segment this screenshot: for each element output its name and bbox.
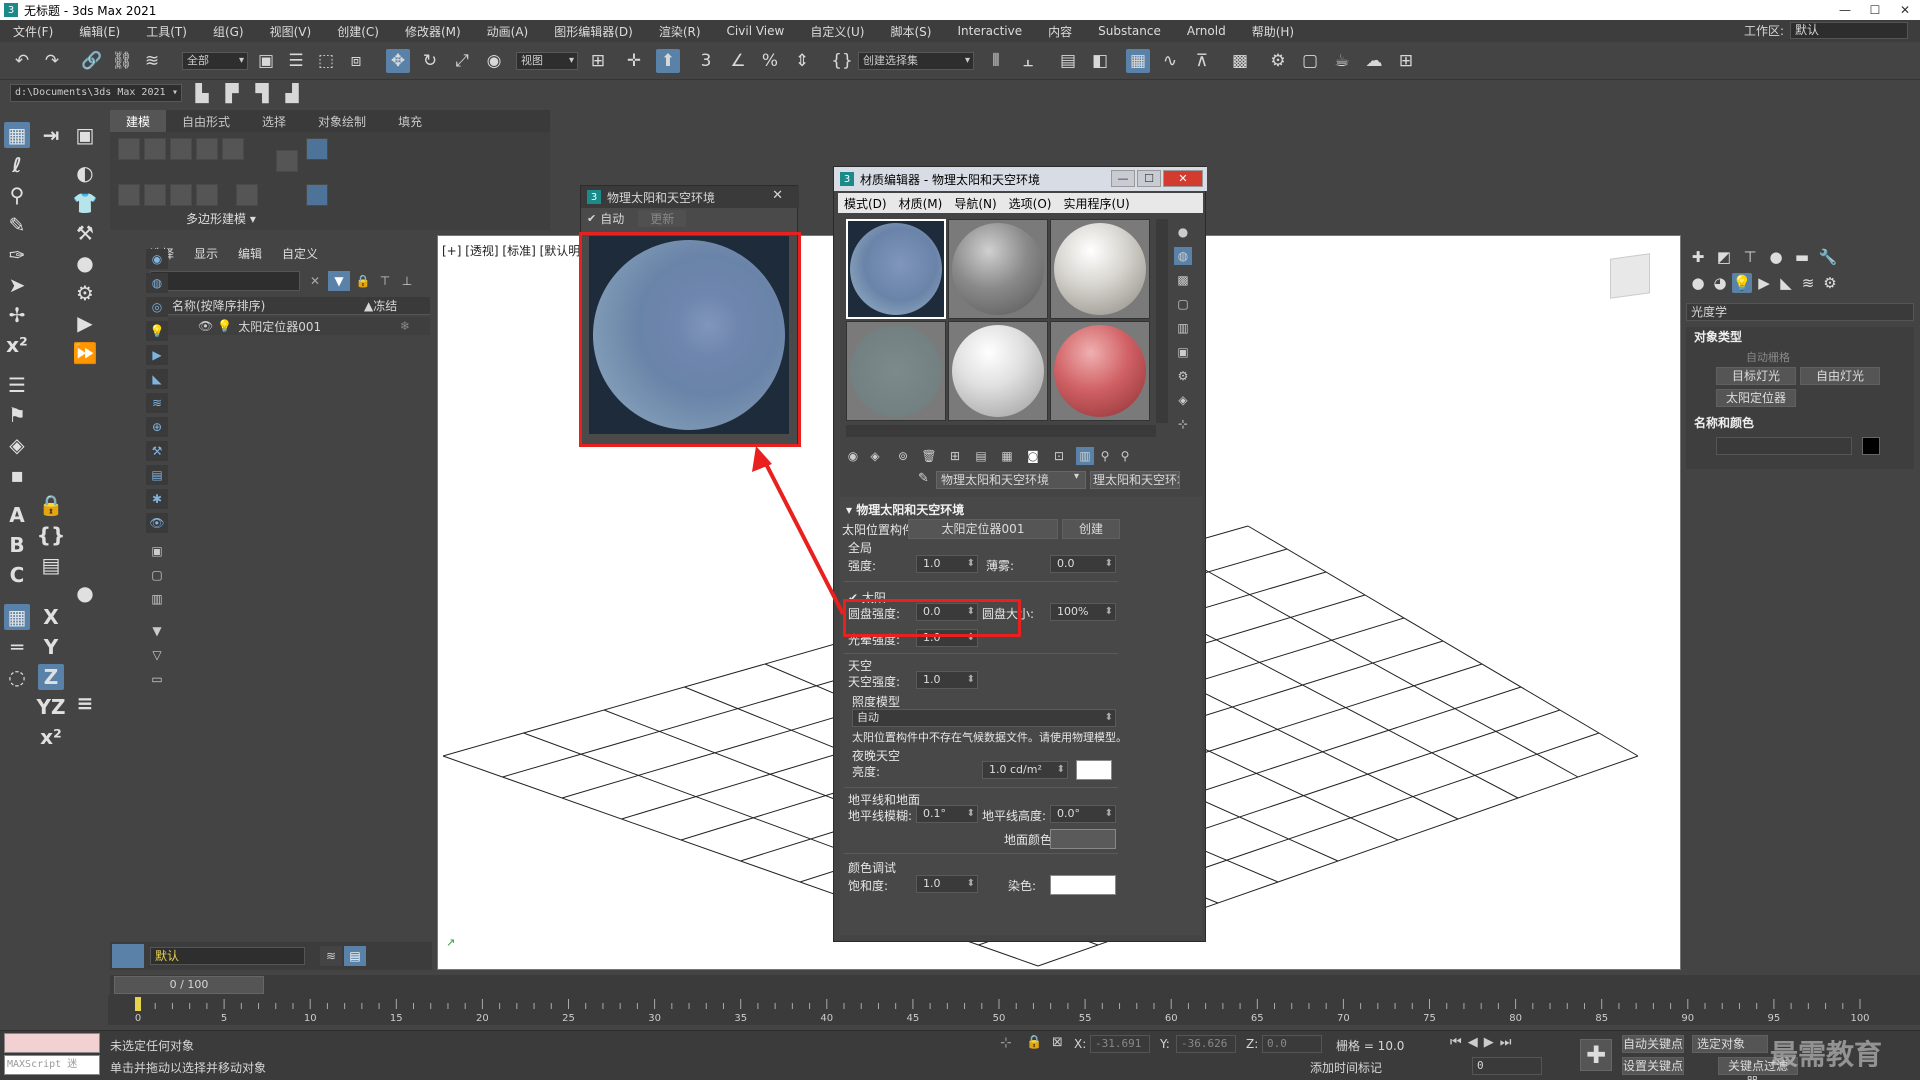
annotation-arrow-line: [762, 459, 845, 615]
annotation-arrow: [752, 446, 845, 615]
